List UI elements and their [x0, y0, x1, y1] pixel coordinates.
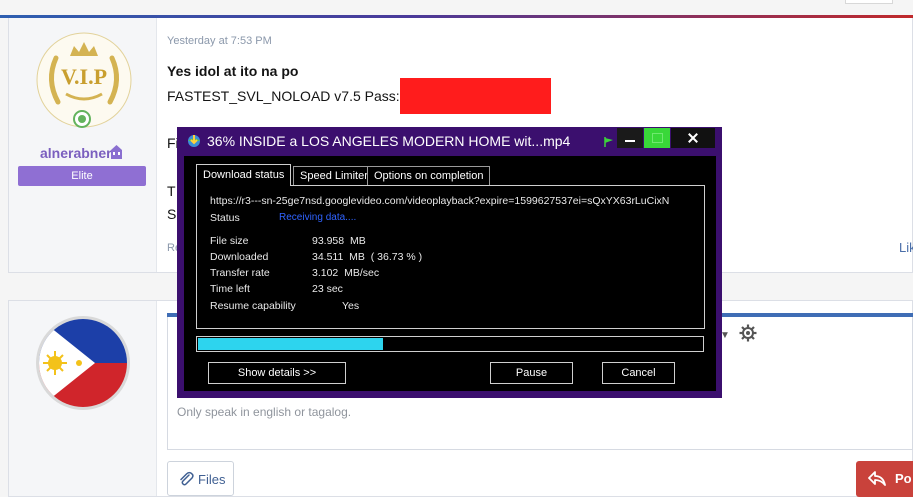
post-user-column: V.I.P alnerabner Elite [9, 18, 157, 272]
time-left-label: Time left [210, 283, 250, 295]
post-body-line1: Yes idol at ito na po [167, 63, 299, 79]
downloaded-value: 34.511 MB ( 36.73 % ) [312, 251, 423, 263]
post-text-fragment-t: T [167, 183, 176, 199]
tab-speed-limiter[interactable]: Speed Limiter [293, 166, 375, 185]
post-timestamp[interactable]: Yesterday at 7:53 PM [167, 35, 272, 47]
time-left-value: 23 sec [312, 283, 343, 295]
transfer-rate-label: Transfer rate [210, 267, 270, 279]
status-value: Receiving data.... [279, 212, 357, 223]
cancel-button[interactable]: Cancel [602, 362, 675, 384]
close-button[interactable] [671, 128, 715, 148]
download-progress-fill [198, 338, 383, 350]
transfer-rate-value: 3.102 MB/sec [312, 267, 380, 279]
download-url: https://r3---sn-25ge7nsd.googlevideo.com… [210, 195, 670, 207]
download-status-panel: https://r3---sn-25ge7nsd.googlevideo.com… [196, 185, 705, 329]
paperclip-icon [180, 471, 194, 486]
reply-placeholder: Only speak in english or tagalog. [177, 405, 352, 419]
top-corner-tab [845, 0, 893, 4]
maximize-button[interactable] [644, 128, 670, 148]
redaction-box [400, 78, 551, 114]
status-label: Status [210, 212, 240, 224]
user-rank-icon [111, 145, 122, 159]
pause-button[interactable]: Pause [490, 362, 573, 384]
gear-icon[interactable] [739, 324, 757, 342]
post-reply-button[interactable]: Po [856, 461, 913, 497]
forum-top-band [0, 0, 913, 18]
resume-capability-label: Resume capability [210, 300, 296, 312]
post-text-fragment-s: S [167, 206, 177, 222]
user-title-badge: Elite [18, 166, 146, 186]
tab-download-status[interactable]: Download status [196, 164, 292, 186]
online-status-icon [73, 110, 91, 128]
reply-arrow-icon [868, 471, 886, 486]
username-link[interactable]: alnerabner [40, 145, 112, 161]
downloaded-label: Downloaded [210, 251, 269, 263]
attach-files-button[interactable]: Files [167, 461, 234, 496]
dialog-content: Download status Speed Limiter Options on… [184, 156, 716, 391]
show-details-button[interactable]: Show details >> [208, 362, 346, 384]
resume-capability-value: Yes [342, 300, 360, 312]
download-manager-app-icon [188, 135, 200, 147]
minimize-button[interactable] [617, 128, 643, 148]
like-link-fragment[interactable]: Lik [899, 240, 913, 255]
file-size-label: File size [210, 235, 249, 247]
dialog-title: 36% INSIDE a LOS ANGELES MODERN HOME wit… [207, 133, 571, 149]
download-progress-bar [196, 336, 704, 352]
reply-user-column [9, 301, 157, 496]
vip-avatar-text: V.I.P [61, 64, 107, 89]
post-reply-label: Po [895, 471, 912, 486]
philippines-flag-avatar-icon [36, 316, 130, 410]
tab-options-on-completion[interactable]: Options on completion [367, 166, 491, 185]
flag-icon [604, 137, 613, 147]
post-body-line2: FASTEST_SVL_NOLOAD v7.5 Pass: [167, 88, 400, 104]
attach-files-label: Files [198, 472, 226, 487]
download-progress-dialog: 36% INSIDE a LOS ANGELES MODERN HOME wit… [177, 127, 722, 398]
file-size-value: 93.958 MB [312, 235, 366, 247]
dialog-titlebar[interactable]: 36% INSIDE a LOS ANGELES MODERN HOME wit… [177, 127, 722, 156]
